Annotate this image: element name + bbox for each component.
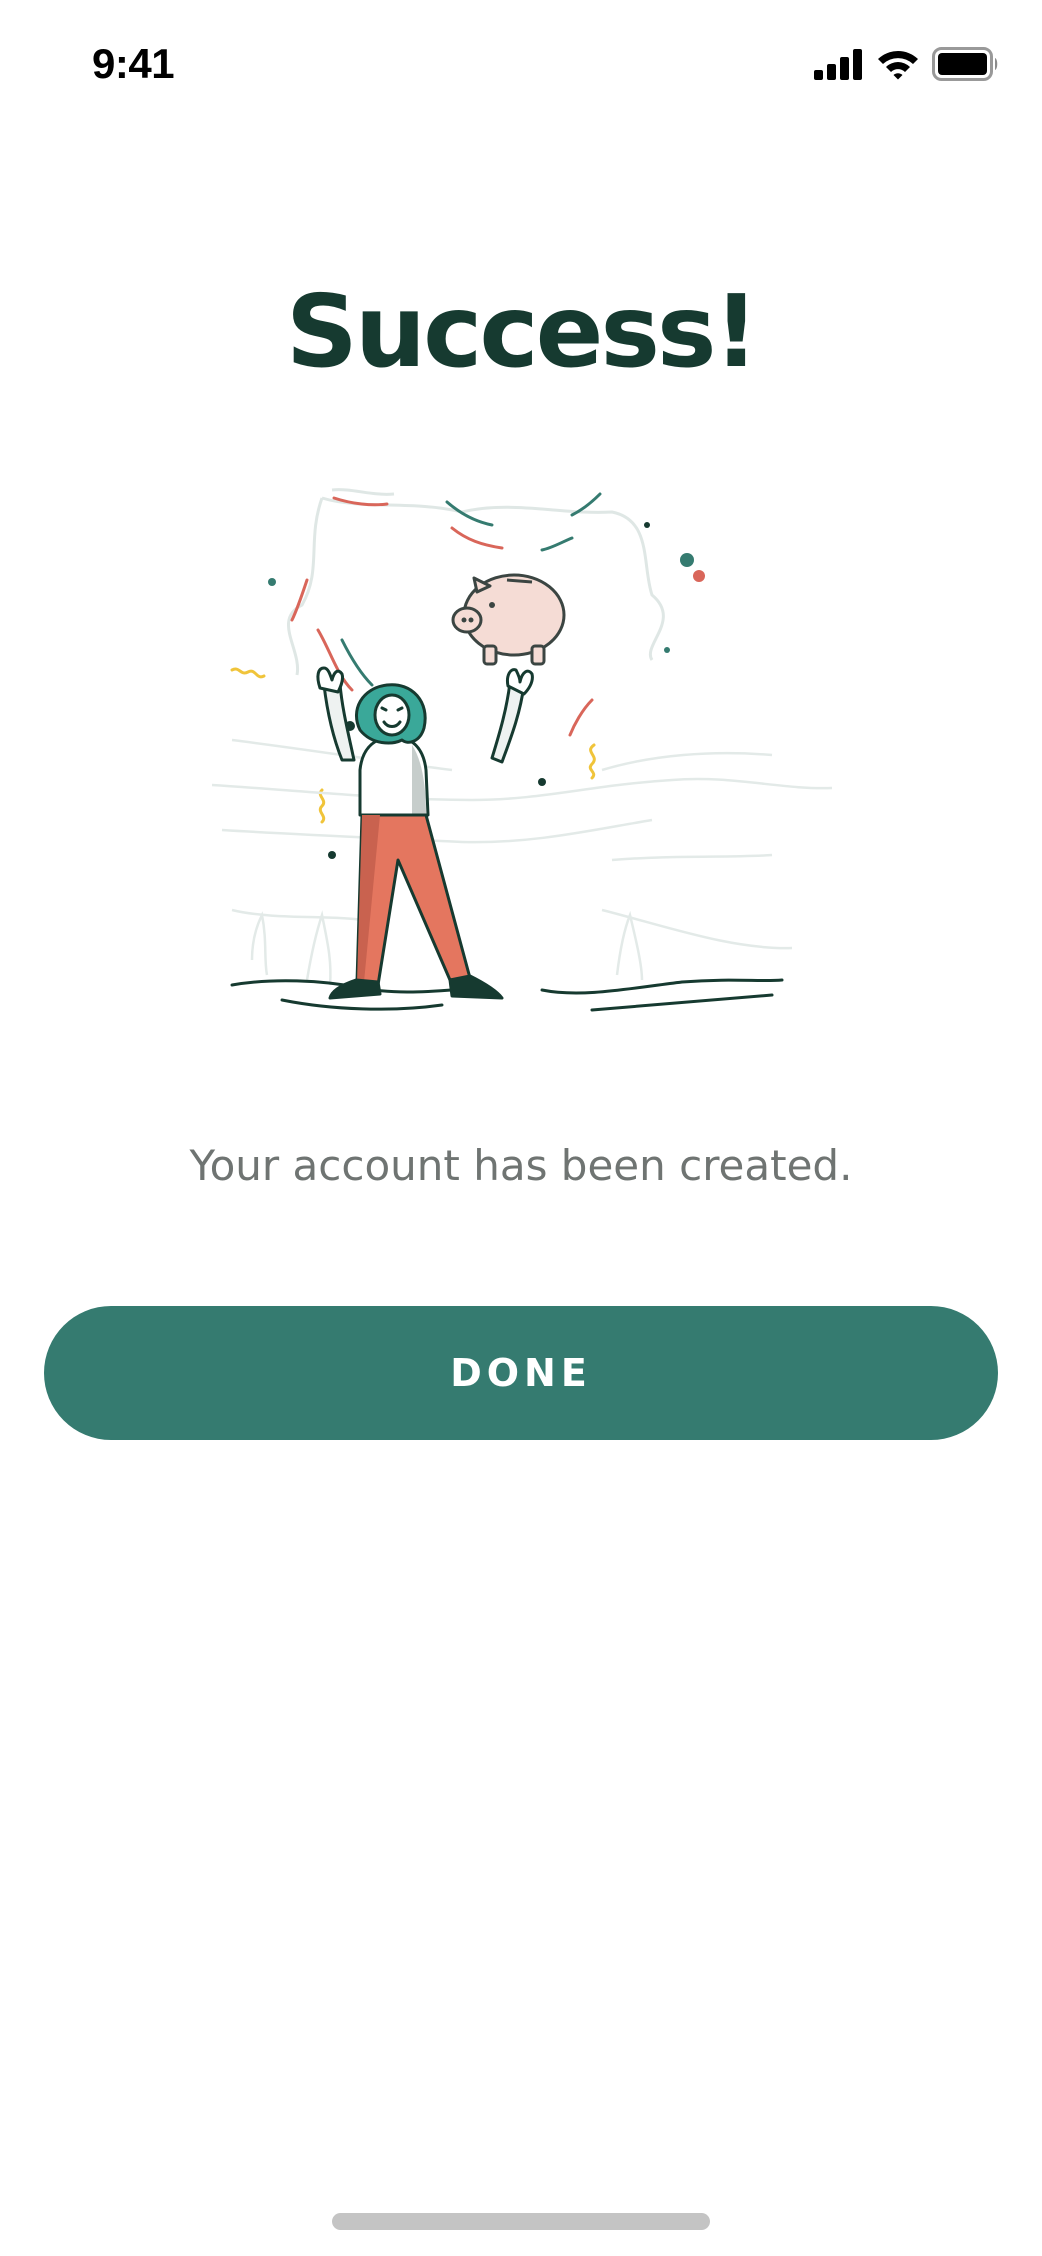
done-button[interactable]: DONE bbox=[44, 1306, 998, 1440]
battery-icon bbox=[932, 47, 998, 81]
status-bar: 9:41 bbox=[0, 0, 1042, 130]
home-indicator[interactable] bbox=[332, 2213, 710, 2230]
page-title: Success! bbox=[285, 273, 759, 390]
status-icons bbox=[814, 44, 1000, 84]
celebration-illustration bbox=[212, 488, 832, 1012]
ground bbox=[230, 978, 784, 1012]
status-time: 9:41 bbox=[92, 40, 175, 87]
piggy-bank bbox=[451, 573, 566, 666]
cellular-signal-icon bbox=[814, 49, 862, 80]
person bbox=[316, 666, 534, 1000]
success-message: Your account has been created. bbox=[189, 1141, 853, 1190]
wifi-icon bbox=[878, 51, 918, 80]
landscape bbox=[212, 738, 832, 986]
